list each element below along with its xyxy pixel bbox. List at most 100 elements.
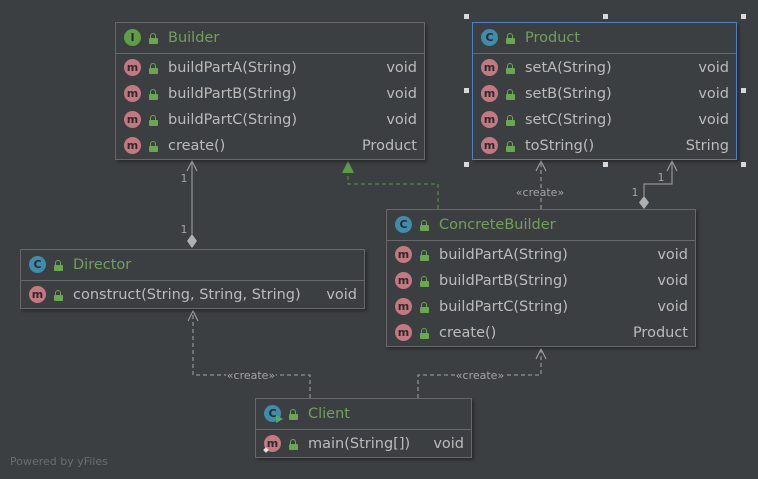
resize-handle-right[interactable] xyxy=(741,88,746,93)
method-icon: m xyxy=(481,111,498,128)
class-icon: C xyxy=(395,216,412,233)
run-marker-icon xyxy=(276,415,283,423)
method-signature: setB(String) xyxy=(525,86,612,102)
class-name: Builder xyxy=(168,30,220,46)
lock-icon xyxy=(506,89,515,100)
method-signature: main(String[]) xyxy=(308,436,411,452)
lock-icon xyxy=(54,290,63,301)
multiplicity-label-source: 1 xyxy=(632,186,639,199)
method-row[interactable]: m setB(String) void xyxy=(473,81,736,107)
method-signature: buildPartA(String) xyxy=(168,60,297,76)
method-icon: m xyxy=(395,298,412,315)
method-row[interactable]: m create() Product xyxy=(387,320,695,346)
class-node-client[interactable]: C Client m main(String[]) void xyxy=(255,398,472,458)
aggregation-edge-director-builder[interactable]: 1 1 xyxy=(179,159,198,248)
lock-icon xyxy=(420,220,429,231)
resize-handle-top-right[interactable] xyxy=(741,14,746,19)
class-icon: C xyxy=(481,29,498,46)
stereotype-label: «create» xyxy=(456,369,504,382)
lock-icon xyxy=(420,302,429,313)
edge-line[interactable] xyxy=(192,311,311,398)
method-return-type: void xyxy=(657,273,688,289)
multiplicity-label-source: 1 xyxy=(181,223,188,236)
method-row[interactable]: m buildPartA(String) void xyxy=(116,55,424,81)
class-node-concretebuilder[interactable]: C ConcreteBuilder m buildPartA(String) v… xyxy=(386,209,696,347)
method-row[interactable]: m main(String[]) void xyxy=(256,431,471,457)
method-row[interactable]: m construct(String, String, String) void xyxy=(21,282,364,308)
lock-icon xyxy=(506,115,515,126)
resize-handle-bottom-right[interactable] xyxy=(741,162,746,167)
edge-line[interactable] xyxy=(347,173,439,209)
lock-icon xyxy=(506,141,515,152)
lock-icon xyxy=(506,33,515,44)
resize-handle-left[interactable] xyxy=(464,88,469,93)
method-icon: m xyxy=(395,272,412,289)
method-return-type: void xyxy=(657,299,688,315)
method-return-type: String xyxy=(685,138,729,154)
method-row[interactable]: m setC(String) void xyxy=(473,107,736,133)
create-dependency-concretebuilder-product[interactable]: «create» xyxy=(514,159,566,209)
method-signature: buildPartC(String) xyxy=(439,299,568,315)
class-header: I Builder xyxy=(116,23,424,54)
method-row[interactable]: m create() Product xyxy=(116,133,424,159)
method-icon: m xyxy=(124,59,141,76)
method-signature: buildPartC(String) xyxy=(168,112,297,128)
class-name: ConcreteBuilder xyxy=(439,217,556,233)
create-dependency-client-concretebuilder[interactable]: «create» xyxy=(417,347,547,398)
resize-handle-bottom[interactable] xyxy=(603,162,608,167)
class-header: C Director xyxy=(21,250,364,281)
method-icon: m xyxy=(481,137,498,154)
method-return-type: void xyxy=(698,112,729,128)
method-icon: m xyxy=(29,286,46,303)
method-row[interactable]: m setA(String) void xyxy=(473,55,736,81)
method-signature: create() xyxy=(168,138,226,154)
lock-icon xyxy=(149,141,158,152)
method-signature: buildPartB(String) xyxy=(168,86,297,102)
method-row[interactable]: m toString() String xyxy=(473,133,736,159)
lock-icon xyxy=(289,439,298,450)
method-return-type: Product xyxy=(632,325,688,341)
method-row[interactable]: m buildPartB(String) void xyxy=(387,268,695,294)
resize-handle-top-left[interactable] xyxy=(464,14,469,19)
method-signature: construct(String, String, String) xyxy=(73,287,301,303)
aggregation-edge-concretebuilder-product[interactable]: 1 1 xyxy=(630,159,678,209)
method-icon: m xyxy=(395,324,412,341)
method-return-type: void xyxy=(657,247,688,263)
realization-edge-concretebuilder-builder[interactable] xyxy=(342,161,439,209)
class-name: Client xyxy=(308,406,350,422)
create-dependency-client-director[interactable]: «create» xyxy=(187,309,311,398)
method-return-type: void xyxy=(386,112,417,128)
method-icon: m xyxy=(481,85,498,102)
multiplicity-label-target: 1 xyxy=(181,172,188,185)
method-return-type: Product xyxy=(361,138,417,154)
method-return-type: void xyxy=(386,86,417,102)
stereotype-label: «create» xyxy=(516,186,564,199)
method-signature: setA(String) xyxy=(525,60,612,76)
class-node-builder[interactable]: I Builder m buildPartA(String) void m bu… xyxy=(115,22,425,160)
resize-handle-top[interactable] xyxy=(603,14,608,19)
method-signature: create() xyxy=(439,325,497,341)
method-row[interactable]: m buildPartC(String) void xyxy=(387,294,695,320)
lock-icon xyxy=(420,276,429,287)
class-name: Product xyxy=(525,30,581,46)
lock-icon xyxy=(149,115,158,126)
method-icon: m xyxy=(124,85,141,102)
method-icon: m xyxy=(395,246,412,263)
method-icon: m xyxy=(124,111,141,128)
lock-icon xyxy=(149,63,158,74)
method-icon: m xyxy=(124,137,141,154)
lock-icon xyxy=(420,250,429,261)
resize-handle-bottom-left[interactable] xyxy=(464,162,469,167)
method-list: m setA(String) void m setB(String) void … xyxy=(473,54,736,159)
method-list: m main(String[]) void xyxy=(256,430,471,457)
class-icon: C xyxy=(29,256,46,273)
method-row[interactable]: m buildPartB(String) void xyxy=(116,81,424,107)
class-node-director[interactable]: C Director m construct(String, String, S… xyxy=(20,249,365,309)
stereotype-label: «create» xyxy=(227,369,275,382)
class-header: C Client xyxy=(256,399,471,430)
class-node-product[interactable]: C Product m setA(String) void m setB(Str… xyxy=(472,22,737,160)
method-row[interactable]: m buildPartC(String) void xyxy=(116,107,424,133)
lock-icon xyxy=(54,260,63,271)
powered-by-footer: Powered by yFiles xyxy=(10,455,108,468)
method-row[interactable]: m buildPartA(String) void xyxy=(387,242,695,268)
